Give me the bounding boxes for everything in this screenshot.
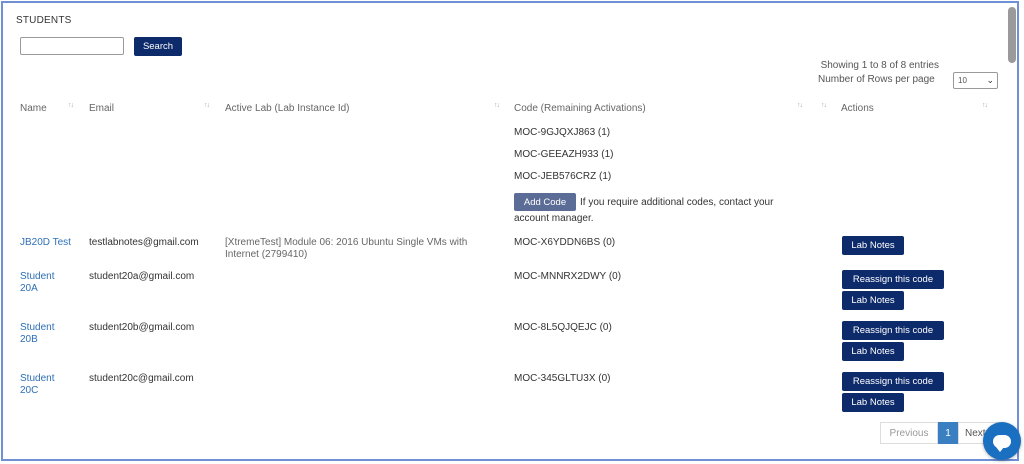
lab-notes-button[interactable]: Lab Notes: [842, 291, 904, 310]
student-name-link[interactable]: JB20D Test: [20, 236, 71, 249]
entries-summary: Showing 1 to 8 of 8 entries: [820, 60, 939, 71]
student-name-link-continued[interactable]: 20C: [20, 384, 38, 397]
search-button[interactable]: Search: [134, 37, 182, 56]
student-code: MOC-X6YDDN6BS (0): [514, 237, 616, 248]
scrollbar[interactable]: [1008, 7, 1016, 63]
student-name-link-continued[interactable]: 20A: [20, 282, 38, 295]
rows-per-page-label: Number of Rows per page: [818, 74, 935, 85]
unassigned-code: MOC-9GJQXJ863 (1): [514, 127, 611, 138]
add-code-message-continued: account manager.: [514, 213, 594, 224]
lab-notes-button[interactable]: Lab Notes: [842, 393, 904, 412]
sort-icon[interactable]: ↑↓: [494, 102, 500, 109]
column-header-name[interactable]: Name: [20, 103, 47, 114]
unassigned-code: MOC-JEB576CRZ (1): [514, 171, 612, 182]
pagination-previous[interactable]: Previous: [880, 422, 938, 444]
add-code-message: If you require additional codes, contact…: [580, 197, 774, 208]
column-header-actions: Actions: [841, 103, 874, 114]
chat-button[interactable]: [983, 422, 1021, 460]
lab-notes-button[interactable]: Lab Notes: [842, 342, 904, 361]
sort-icon[interactable]: ↑↓: [204, 102, 210, 109]
reassign-code-button[interactable]: Reassign this code: [842, 321, 944, 340]
student-code: MOC-8L5QJQEJC (0): [514, 322, 612, 333]
add-code-button[interactable]: Add Code: [514, 193, 576, 211]
unassigned-code: MOC-GEEAZH933 (1): [514, 149, 614, 160]
student-name-link-continued[interactable]: 20B: [20, 333, 38, 346]
student-email: student20b@gmail.com: [89, 322, 195, 333]
student-email: testlabnotes@gmail.com: [89, 237, 199, 248]
chevron-down-icon: ⌄: [986, 75, 994, 85]
student-code: MOC-345GLTU3X (0): [514, 373, 611, 384]
reassign-code-button[interactable]: Reassign this code: [842, 270, 944, 289]
student-code: MOC-MNNRX2DWY (0): [514, 271, 622, 282]
lab-notes-button[interactable]: Lab Notes: [842, 236, 904, 255]
rows-per-page-select[interactable]: 10 ⌄: [953, 72, 998, 89]
chat-bubble-icon: [993, 434, 1011, 452]
sort-icon[interactable]: ↑↓: [982, 102, 988, 109]
column-header-code[interactable]: Code (Remaining Activations): [514, 103, 646, 114]
reassign-code-button[interactable]: Reassign this code: [842, 372, 944, 391]
students-panel: STUDENTS Search Showing 1 to 8 of 8 entr…: [1, 1, 1021, 461]
column-header-active-lab[interactable]: Active Lab (Lab Instance Id): [225, 103, 350, 114]
sort-icon[interactable]: ↑↓: [821, 102, 827, 109]
search-input[interactable]: [20, 37, 124, 55]
active-lab-id: Internet (2799410): [225, 249, 308, 260]
student-email: student20c@gmail.com: [89, 373, 194, 384]
rows-per-page-value: 10: [958, 76, 967, 85]
pagination-page-1[interactable]: 1: [938, 422, 958, 444]
section-title: STUDENTS: [16, 15, 72, 26]
student-email: student20a@gmail.com: [89, 271, 195, 282]
column-header-email[interactable]: Email: [89, 103, 114, 114]
sort-icon[interactable]: ↑↓: [797, 102, 803, 109]
sort-icon[interactable]: ↑↓: [68, 102, 74, 109]
